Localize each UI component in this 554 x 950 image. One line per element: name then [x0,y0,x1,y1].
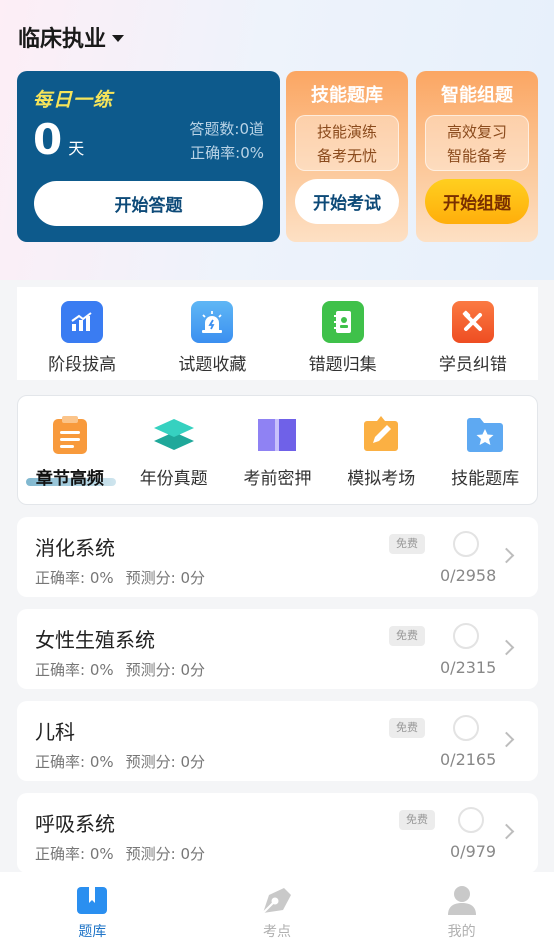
caret-down-icon [112,34,125,42]
tab-pre-exam-secret[interactable]: 考前密押 [226,396,330,504]
start-compose-button[interactable]: 开始组题 [425,179,529,224]
smart-compose-desc-line: 智能备考 [446,147,507,165]
star-folder-icon [463,413,507,457]
pencil-board-icon [359,413,403,457]
progress-ring [458,807,484,833]
subject-meta: 正确率: 0% 预测分: 0分 [35,751,205,772]
list-item[interactable]: 消化系统 正确率: 0% 预测分: 0分 免费 0/2958 [17,517,538,597]
streak-days: 0 天 [33,119,84,161]
chart-icon [61,301,104,343]
subject-name: 女性生殖系统 [35,628,155,652]
tab-past-papers[interactable]: 年份真题 [122,396,226,504]
tool-label: 错题归集 [308,355,377,375]
subject-accuracy: 正确率: 0% [35,753,114,771]
tool-label: 学员纠错 [438,355,507,375]
smart-compose-desc: 高效复习 智能备考 [425,115,529,171]
skill-bank-title: 技能题库 [311,85,383,106]
free-badge: 免费 [389,534,425,554]
exam-selector-label: 临床执业 [18,27,107,52]
daily-stats: 答题数:0道 正确率:0% [189,117,264,165]
smart-compose-desc-line: 高效复习 [446,123,507,141]
list-item[interactable]: 呼吸系统 正确率: 0% 预测分: 0分 免费 0/979 [17,793,538,873]
list-item[interactable]: 儿科 正确率: 0% 预测分: 0分 免费 0/2165 [17,701,538,781]
start-answering-button[interactable]: 开始答题 [34,181,263,226]
streak-days-number: 0 [33,115,63,164]
tab-label: 考前密押 [243,469,312,489]
quick-tools: 阶段拔高 试题收藏 错题归集 学员纠错 [17,287,538,380]
tab-label: 技能题库 [451,469,520,489]
tool-wrong-collection[interactable]: 错题归集 [278,287,408,380]
nav-label: 题库 [78,924,107,940]
nav-key-points[interactable]: 考点 [185,872,370,950]
tool-stage-improve[interactable]: 阶段拔高 [17,287,147,380]
alarm-icon [191,301,234,343]
subject-meta: 正确率: 0% 预测分: 0分 [35,659,205,680]
free-badge: 免费 [399,810,435,830]
tool-label: 阶段拔高 [48,355,117,375]
nav-label: 我的 [447,924,476,940]
subject-progress: 0/2315 [440,658,497,677]
subject-name: 儿科 [35,720,75,744]
tab-skill-bank[interactable]: 技能题库 [433,396,537,504]
list-item[interactable]: 女性生殖系统 正确率: 0% 预测分: 0分 免费 0/2315 [17,609,538,689]
daily-practice-card: 每日一练 0 天 答题数:0道 正确率:0% 开始答题 [17,71,280,242]
tool-label: 试题收藏 [178,355,247,375]
free-badge: 免费 [389,718,425,738]
subject-meta: 正确率: 0% 预测分: 0分 [35,567,205,588]
subject-accuracy: 正确率: 0% [35,569,114,587]
profile-icon [445,883,479,917]
subject-meta: 正确率: 0% 预测分: 0分 [35,843,205,864]
skill-bank-desc-line: 备考无忧 [316,147,377,165]
tool-error-report[interactable]: 学员纠错 [408,287,538,380]
subject-accuracy: 正确率: 0% [35,661,114,679]
exam-selector[interactable]: 临床执业 [18,20,125,54]
subject-predicted: 预测分: 0分 [125,569,205,587]
subject-predicted: 预测分: 0分 [125,845,205,863]
subject-name: 消化系统 [35,536,115,560]
chevron-right-icon [498,731,515,748]
subject-name: 呼吸系统 [35,812,115,836]
skill-bank-desc-line: 技能演练 [316,123,377,141]
nav-question-bank[interactable]: 题库 [0,872,185,950]
chevron-right-icon [498,823,515,840]
subject-predicted: 预测分: 0分 [125,661,205,679]
streak-days-unit: 天 [68,139,85,158]
tab-label: 年份真题 [139,469,208,489]
progress-ring [453,623,479,649]
tab-chapter-frequent[interactable]: 章节高频 [18,396,122,504]
chevron-right-icon [498,547,515,564]
tools-icon [451,301,494,343]
skill-bank-desc: 技能演练 备考无忧 [295,115,399,171]
subject-predicted: 预测分: 0分 [125,753,205,771]
nav-profile[interactable]: 我的 [369,872,554,950]
skill-bank-card: 技能题库 技能演练 备考无忧 开始考试 [286,71,408,242]
tool-favorites[interactable]: 试题收藏 [147,287,277,380]
progress-ring [453,531,479,557]
smart-compose-title: 智能组题 [441,85,513,106]
layers-icon [152,413,196,457]
answered-count: 答题数:0道 [189,120,264,138]
book-icon [255,413,299,457]
start-exam-button[interactable]: 开始考试 [295,179,399,224]
subject-progress: 0/2165 [440,750,497,769]
accuracy-rate: 正确率:0% [190,144,264,162]
notebook-icon [321,301,364,343]
tab-label: 章节高频 [35,469,104,489]
subject-progress: 0/2958 [440,566,497,585]
progress-ring [453,715,479,741]
subject-accuracy: 正确率: 0% [35,845,114,863]
tab-mock-exam[interactable]: 模拟考场 [329,396,433,504]
pen-nib-icon [260,883,294,917]
tab-label: 模拟考场 [347,469,416,489]
free-badge: 免费 [389,626,425,646]
daily-practice-title: 每日一练 [33,89,114,111]
smart-compose-card: 智能组题 高效复习 智能备考 开始组题 [416,71,538,242]
bottom-nav: 题库 考点 我的 [0,872,554,950]
chevron-right-icon [498,639,515,656]
subject-progress: 0/979 [450,842,497,861]
clipboard-icon [48,413,92,457]
category-tabs: 章节高频 年份真题 考前密押 模拟考场 技能题库 [17,395,538,505]
nav-label: 考点 [263,924,291,940]
book-tab-icon [75,883,109,917]
